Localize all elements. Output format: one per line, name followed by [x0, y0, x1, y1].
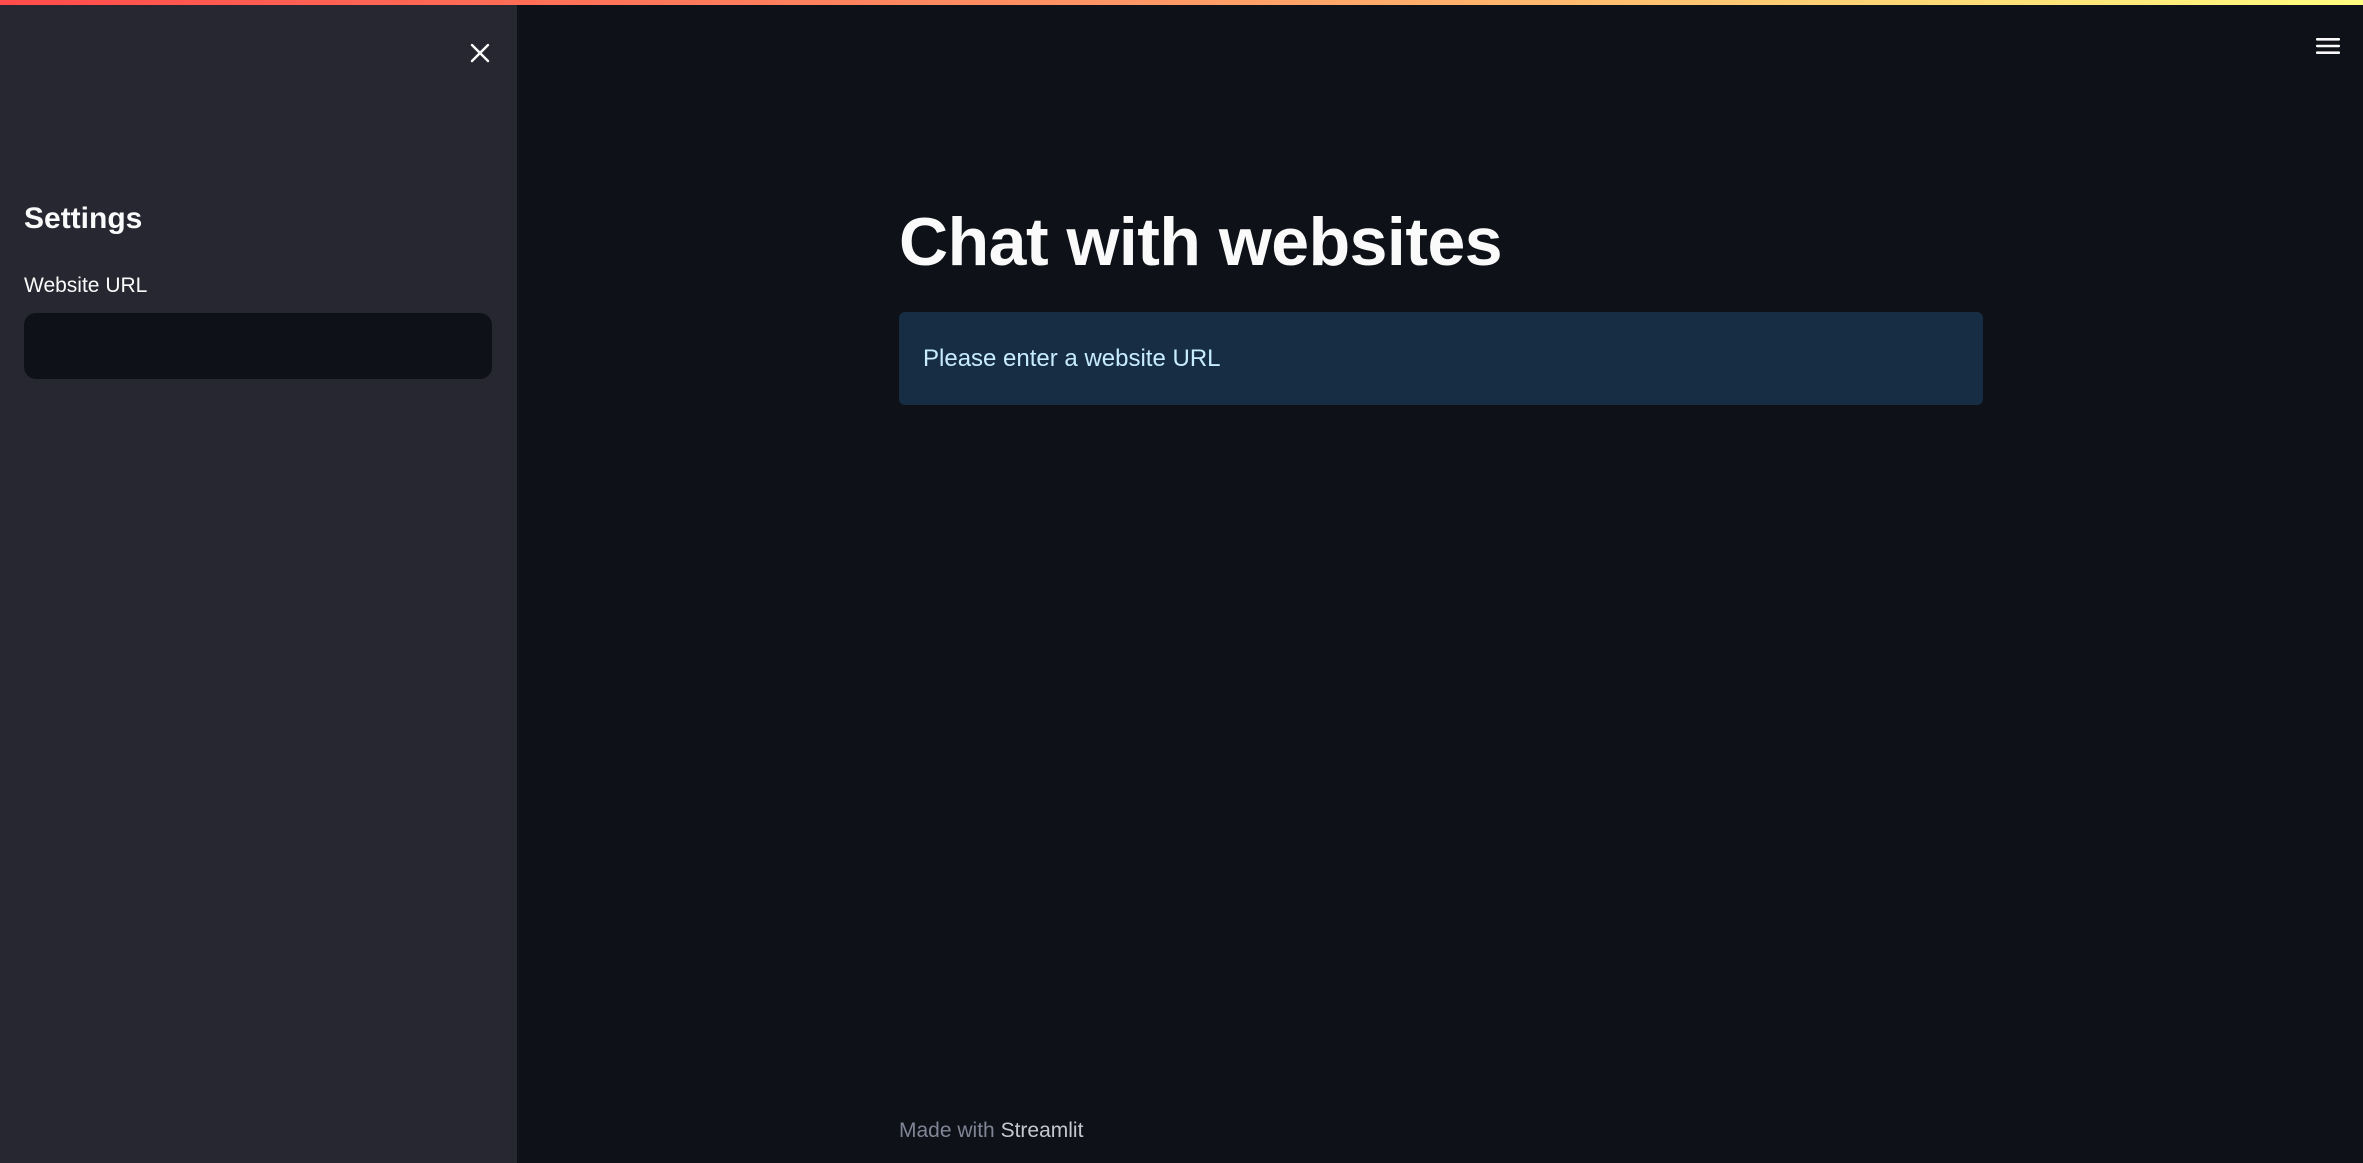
page-title: Chat with websites [899, 204, 1503, 280]
close-icon [470, 43, 490, 63]
sidebar-title: Settings [24, 202, 143, 235]
footer: Made with Streamlit [899, 1116, 1083, 1146]
info-alert: Please enter a website URL [899, 312, 1983, 405]
main-menu-button[interactable] [2310, 28, 2346, 64]
website-url-input[interactable] [24, 313, 492, 379]
info-message: Please enter a website URL [923, 344, 1221, 372]
footer-made-with: Made with [899, 1119, 995, 1142]
hamburger-menu-icon [2316, 38, 2340, 54]
streamlit-app: Settings Website URL Chat with websites … [0, 0, 2363, 1163]
website-url-label: Website URL [24, 274, 148, 297]
sidebar: Settings Website URL [0, 5, 517, 1163]
sidebar-close-button[interactable] [462, 35, 498, 71]
streamlit-link[interactable]: Streamlit [1001, 1119, 1084, 1142]
